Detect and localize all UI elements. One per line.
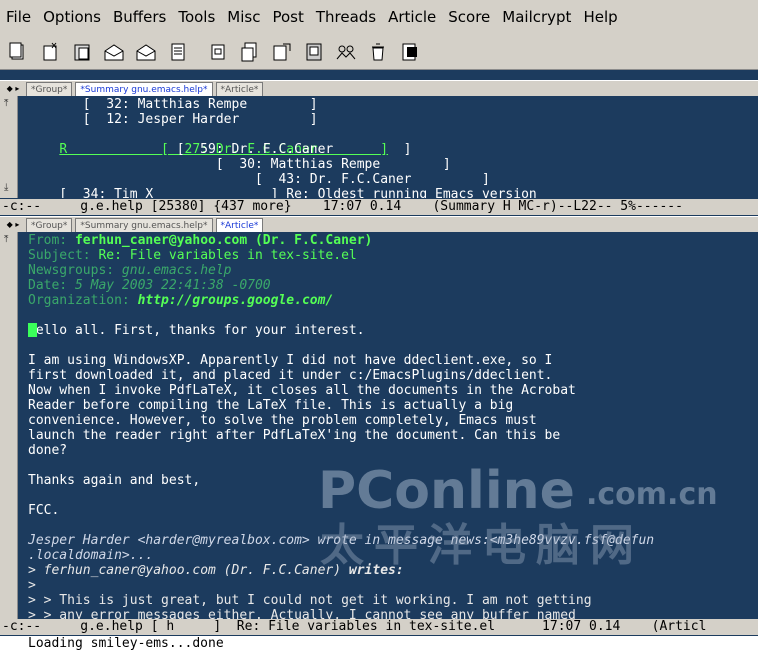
header-newsgroups-label: Newsgroups:: [28, 263, 115, 278]
tab-group[interactable]: *Group*: [26, 218, 73, 232]
exit-icon[interactable]: [398, 40, 422, 64]
citation-blank: >: [28, 578, 36, 593]
tabbar-top: ◆ ▸ *Group* *Summary gnu.emacs.help* *Ar…: [0, 80, 758, 96]
summary-scrollbar[interactable]: ⤒ ⤓: [0, 96, 18, 198]
header-subject: Subject: Re: File variables in tex-site.…: [28, 248, 357, 263]
save-icon[interactable]: [206, 40, 230, 64]
cite-prefix: >: [28, 563, 44, 578]
mail-reply-icon[interactable]: [134, 40, 158, 64]
trash-icon[interactable]: [366, 40, 390, 64]
header-from: From: ferhun_caner@yahoo.com (Dr. F.C.Ca…: [28, 233, 372, 248]
print-icon[interactable]: [238, 40, 262, 64]
citation-intro: Jesper Harder <harder@myrealbox.com> wro…: [28, 533, 655, 548]
menubar: File Options Buffers Tools Misc Post Thr…: [0, 0, 758, 34]
menu-post[interactable]: Post: [272, 8, 303, 26]
tab-group[interactable]: *Group*: [26, 82, 73, 96]
summary-line[interactable]: [ 32: Matthias Rempe ]: [28, 97, 318, 112]
tab-article[interactable]: *Article*: [215, 82, 264, 96]
summary-line[interactable]: [ 43: Dr. F.C.Caner ]: [28, 172, 490, 187]
header-from-value: ferhun_caner@yahoo.com (Dr. F.C.Caner): [74, 233, 373, 248]
body-line: Now when I invoke PdfLaTeX, it closes al…: [28, 383, 576, 398]
citation-intro-cont: .localdomain>...: [28, 548, 154, 563]
cut-icon[interactable]: [38, 40, 62, 64]
citation-writes: > ferhun_caner@yahoo.com (Dr. F.C.Caner)…: [28, 563, 404, 578]
header-organization: Organization: http://groups.google.com/: [28, 293, 333, 308]
menu-threads[interactable]: Threads: [316, 8, 376, 26]
summary-line[interactable]: [ 30: Matthias Rempe ]: [28, 157, 451, 172]
body-line: FCC.: [28, 503, 60, 518]
mail-open-icon[interactable]: [102, 40, 126, 64]
tab-scroll-arrows[interactable]: ◆ ▸: [0, 81, 26, 96]
group-icon[interactable]: [334, 40, 358, 64]
article-scrollbar[interactable]: ⤒: [0, 232, 18, 619]
body-line: launch the reader right after PdfLaTeX'i…: [28, 428, 561, 443]
body-line: Reader before compiling the LaTeX file. …: [28, 398, 514, 413]
header-newsgroups-value: gnu.emacs.help: [121, 263, 232, 278]
citation-line: > > This is just great, but I could not …: [28, 593, 592, 608]
summary-line[interactable]: [ 34: Tim X ] Re: Oldest running Emacs v…: [28, 187, 536, 198]
header-org-label: Organization:: [28, 293, 130, 308]
menu-tools[interactable]: Tools: [178, 8, 215, 26]
menu-score[interactable]: Score: [448, 8, 490, 26]
post-icon[interactable]: [270, 40, 294, 64]
text-cursor: [28, 323, 37, 338]
tabbar-bottom: ◆ ▸ *Group* *Summary gnu.emacs.help* *Ar…: [0, 216, 758, 232]
tab-summary[interactable]: *Summary gnu.emacs.help*: [75, 82, 213, 96]
modeline-article: -c:-- g.e.help [ h ] Re: File variables …: [0, 619, 758, 635]
body-line: convenience. However, to solve the probl…: [28, 413, 537, 428]
citation-line: > > any error messages either. Actually,…: [28, 608, 576, 619]
copy-icon[interactable]: [6, 40, 30, 64]
tab-scroll-arrows[interactable]: ◆ ▸: [0, 217, 26, 232]
header-date: Date: 5 May 2003 22:41:38 -0700: [28, 278, 271, 293]
help-icon[interactable]: [302, 40, 326, 64]
menu-misc[interactable]: Misc: [227, 8, 260, 26]
header-date-value: 5 May 2003 22:41:38 -0700: [74, 278, 271, 293]
menu-options[interactable]: Options: [43, 8, 101, 26]
header-subject-label: Subject:: [28, 248, 91, 263]
body-line: Hello all. First, thanks for your intere…: [28, 323, 365, 338]
summary-line[interactable]: [ 12: Jesper Harder ]: [28, 112, 318, 127]
body-line: Thanks again and best,: [28, 473, 201, 488]
body-line: first downloaded it, and placed it under…: [28, 368, 553, 383]
menu-help[interactable]: Help: [583, 8, 617, 26]
menu-mailcrypt[interactable]: Mailcrypt: [502, 8, 571, 26]
summary-line-current[interactable]: R [ 27: Dr. F.C.Caner ]: [28, 127, 388, 157]
menu-file[interactable]: File: [6, 8, 31, 26]
body-line: I am using WindowsXP. Apparently I did n…: [28, 353, 553, 368]
menu-buffers[interactable]: Buffers: [113, 8, 166, 26]
cite-writes-name: ferhun_caner@yahoo.com (Dr. F.C.Caner): [43, 563, 342, 578]
header-subject-value: Re: File variables in tex-site.el: [98, 248, 357, 263]
summary-window[interactable]: ⤒ ⤓ [ 32: Matthias Rempe ] [ 12: Jesper …: [0, 96, 758, 198]
toolbar: [0, 34, 758, 70]
summary-line[interactable]: [ 59: Dr. F.C.Caner ]: [28, 142, 412, 157]
document-icon[interactable]: [166, 40, 190, 64]
cite-writes-word: writes:: [348, 563, 404, 578]
modeline-summary: -c:-- g.e.help [25380] {437 more} 17:07 …: [0, 199, 758, 215]
tab-article[interactable]: *Article*: [215, 218, 264, 232]
minibuffer[interactable]: Loading smiley-ems...done: [0, 636, 758, 652]
menu-article[interactable]: Article: [388, 8, 436, 26]
paste-icon[interactable]: [70, 40, 94, 64]
header-from-label: From:: [28, 233, 68, 248]
header-org-link[interactable]: http://groups.google.com/: [138, 293, 334, 308]
header-newsgroups: Newsgroups: gnu.emacs.help: [28, 263, 232, 278]
article-window[interactable]: ⤒ From: ferhun_caner@yahoo.com (Dr. F.C.…: [0, 232, 758, 619]
body-line: done?: [28, 443, 68, 458]
header-date-label: Date:: [28, 278, 68, 293]
tab-summary[interactable]: *Summary gnu.emacs.help*: [75, 218, 213, 232]
